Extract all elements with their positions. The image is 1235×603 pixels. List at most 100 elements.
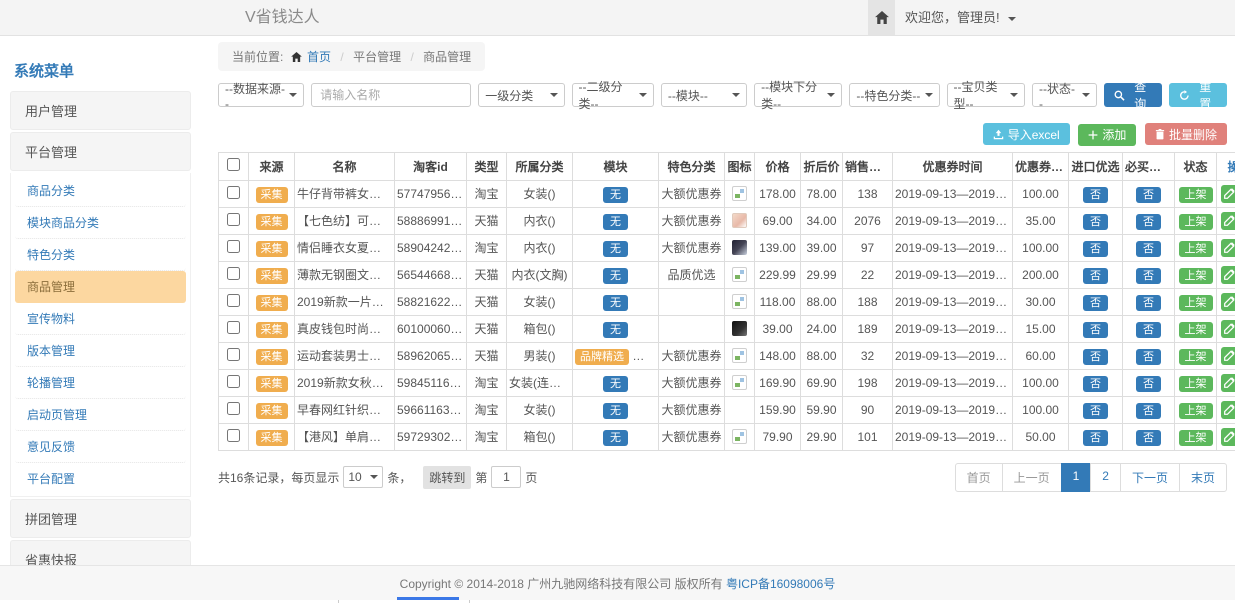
edit-button[interactable] [1221, 266, 1235, 284]
sidebar-subitem-1[interactable]: 模块商品分类 [15, 207, 186, 239]
icp-link[interactable]: 粤ICP备16098006号 [726, 575, 835, 592]
row-select-cell [219, 288, 249, 315]
sidebar-subitem-2[interactable]: 特色分类 [15, 239, 186, 271]
status-button[interactable]: 上架 [1179, 214, 1213, 230]
module-subcategory-select[interactable]: --模块下分类-- [754, 83, 842, 107]
edit-button[interactable] [1221, 428, 1235, 446]
import-select-toggle[interactable]: 否 [1083, 187, 1108, 203]
must-buy-toggle[interactable]: 否 [1136, 214, 1161, 230]
import-select-toggle[interactable]: 否 [1083, 295, 1108, 311]
sidebar-subitem-9[interactable]: 平台配置 [15, 463, 186, 494]
edit-button[interactable] [1221, 374, 1235, 392]
add-button[interactable]: 添加 [1078, 124, 1136, 146]
row-checkbox[interactable] [227, 321, 240, 334]
coupon-amount-cell: 100.00 [1013, 396, 1069, 423]
reset-button[interactable]: 重置 [1169, 83, 1227, 107]
row-checkbox[interactable] [227, 213, 240, 226]
sidebar-subitem-7[interactable]: 启动页管理 [15, 399, 186, 431]
source-badge: 采集 [256, 295, 288, 311]
edit-button[interactable] [1221, 347, 1235, 365]
status-select[interactable]: --状态-- [1032, 83, 1097, 107]
sales-count-cell: 90 [843, 396, 893, 423]
page-number-input[interactable] [491, 466, 521, 488]
row-checkbox[interactable] [227, 429, 240, 442]
sidebar-subitem-5[interactable]: 版本管理 [15, 335, 186, 367]
sidebar-item-bottom-1[interactable]: 省惠快报 [10, 540, 191, 565]
edit-button[interactable] [1221, 239, 1235, 257]
import-select-toggle[interactable]: 否 [1083, 322, 1108, 338]
row-checkbox[interactable] [227, 375, 240, 388]
sidebar-subitem-6[interactable]: 轮播管理 [15, 367, 186, 399]
must-buy-toggle[interactable]: 否 [1136, 403, 1161, 419]
status-button[interactable]: 上架 [1179, 376, 1213, 392]
product-name-cell: 早春网红针织外套女春... [295, 396, 395, 423]
must-buy-toggle[interactable]: 否 [1136, 322, 1161, 338]
import-select-toggle[interactable]: 否 [1083, 241, 1108, 257]
edit-button[interactable] [1221, 320, 1235, 338]
edit-button[interactable] [1221, 401, 1235, 419]
status-button[interactable]: 上架 [1179, 268, 1213, 284]
status-button[interactable]: 上架 [1179, 187, 1213, 203]
import-select-toggle[interactable]: 否 [1083, 430, 1108, 446]
page-button-下一页[interactable]: 下一页 [1120, 463, 1180, 492]
sidebar-subitem-0[interactable]: 商品分类 [15, 175, 186, 207]
import-excel-button[interactable]: 导入excel [983, 123, 1070, 145]
status-button[interactable]: 上架 [1179, 322, 1213, 338]
per-page-select[interactable]: 10 [343, 466, 383, 488]
page-button-末页[interactable]: 末页 [1179, 463, 1227, 492]
edit-icon [1224, 215, 1235, 226]
search-button[interactable]: 查询 [1104, 83, 1162, 107]
edit-button[interactable] [1221, 185, 1235, 203]
row-checkbox[interactable] [227, 348, 240, 361]
status-button[interactable]: 上架 [1179, 403, 1213, 419]
sidebar-subitem-3[interactable]: 商品管理 [15, 271, 186, 303]
sidebar-item-bottom-0[interactable]: 拼团管理 [10, 499, 191, 538]
home-button[interactable] [868, 0, 895, 35]
must-buy-toggle[interactable]: 否 [1136, 430, 1161, 446]
sidebar-subitem-4[interactable]: 宣传物料 [15, 303, 186, 335]
must-buy-cell: 否 [1123, 315, 1175, 342]
must-buy-toggle[interactable]: 否 [1136, 187, 1161, 203]
page-button-1[interactable]: 1 [1061, 463, 1092, 492]
must-buy-toggle[interactable]: 否 [1136, 268, 1161, 284]
must-buy-toggle[interactable]: 否 [1136, 241, 1161, 257]
must-buy-toggle[interactable]: 否 [1136, 376, 1161, 392]
row-checkbox[interactable] [227, 402, 240, 415]
import-select-toggle[interactable]: 否 [1083, 268, 1108, 284]
must-buy-toggle[interactable]: 否 [1136, 295, 1161, 311]
import-select-toggle[interactable]: 否 [1083, 214, 1108, 230]
module-select[interactable]: --模块-- [661, 83, 747, 107]
sidebar-subitem-8[interactable]: 意见反馈 [15, 431, 186, 463]
level2-category-select[interactable]: --二级分类-- [572, 83, 654, 107]
must-buy-toggle[interactable]: 否 [1136, 349, 1161, 365]
status-button[interactable]: 上架 [1179, 430, 1213, 446]
table-row: 采集2019新款女秋薄款...598451162391淘宝女装(连衣裙)无大额优… [219, 369, 1235, 396]
data-source-select[interactable]: --数据来源-- [218, 83, 304, 107]
page-button-2[interactable]: 2 [1090, 463, 1121, 492]
name-input[interactable] [311, 83, 471, 107]
item-type-select[interactable]: --宝贝类型-- [947, 83, 1025, 107]
batch-delete-button[interactable]: 批量删除 [1145, 123, 1227, 145]
discount-price-cell: 29.90 [801, 423, 843, 450]
coupon-time-cell: 2019-09-13—2019-09-17 [893, 396, 1013, 423]
select-all-checkbox[interactable] [227, 158, 240, 171]
import-select-toggle[interactable]: 否 [1083, 349, 1108, 365]
edit-button[interactable] [1221, 212, 1235, 230]
row-checkbox[interactable] [227, 294, 240, 307]
sidebar-item-platform-management[interactable]: 平台管理 [10, 132, 191, 171]
feature-category-select[interactable]: --特色分类-- [849, 83, 939, 107]
edit-button[interactable] [1221, 293, 1235, 311]
row-checkbox[interactable] [227, 240, 240, 253]
sidebar-item-user-management[interactable]: 用户管理 [10, 91, 191, 130]
import-select-toggle[interactable]: 否 [1083, 376, 1108, 392]
status-button[interactable]: 上架 [1179, 241, 1213, 257]
user-menu[interactable]: 欢迎您，管理员! [905, 0, 1016, 36]
row-checkbox[interactable] [227, 186, 240, 199]
row-checkbox[interactable] [227, 267, 240, 280]
breadcrumb-home-link[interactable]: 首页 [307, 50, 331, 64]
import-select-toggle[interactable]: 否 [1083, 403, 1108, 419]
level1-category-select[interactable]: 一级分类 [478, 83, 564, 107]
feature-category-cell: 大额优惠券 [659, 180, 725, 207]
status-button[interactable]: 上架 [1179, 295, 1213, 311]
status-button[interactable]: 上架 [1179, 349, 1213, 365]
